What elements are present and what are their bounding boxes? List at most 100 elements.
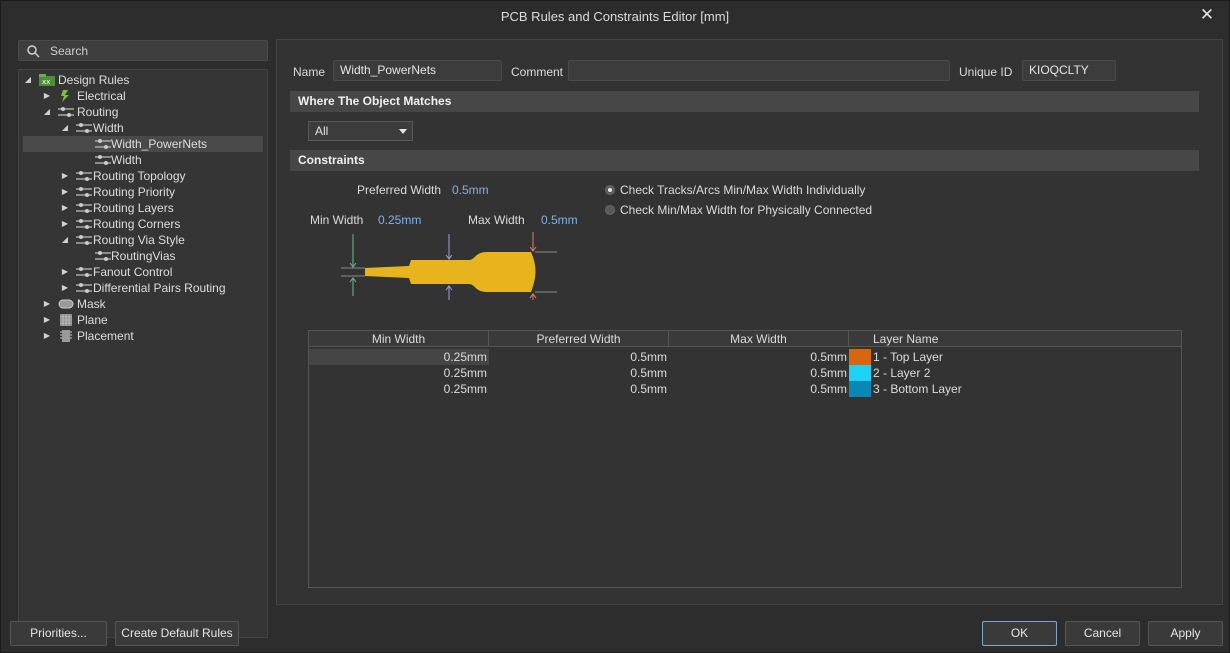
close-icon[interactable]: ✕ bbox=[1197, 5, 1217, 25]
collapse-icon[interactable]: ◢ bbox=[60, 120, 70, 136]
unique-id-label: Unique ID bbox=[959, 65, 1013, 79]
cell-layer-name: 1 - Top Layer bbox=[873, 350, 943, 364]
layer-width-table[interactable]: Min Width Preferred Width Max Width Laye… bbox=[308, 330, 1182, 588]
tree-item-routing-corners[interactable]: ▶ Routing Corners bbox=[23, 216, 263, 232]
placement-icon bbox=[60, 330, 72, 342]
cell-preferred-width[interactable]: 0.5mm bbox=[489, 365, 669, 381]
col-preferred-width[interactable]: Preferred Width bbox=[489, 331, 669, 347]
cell-preferred-width[interactable]: 0.5mm bbox=[489, 349, 669, 365]
search-icon bbox=[27, 45, 40, 58]
tree-item-routing-layers[interactable]: ▶ Routing Layers bbox=[23, 200, 263, 216]
tree-item-routing[interactable]: ◢ Routing bbox=[23, 104, 263, 120]
expand-icon[interactable]: ▶ bbox=[42, 88, 52, 104]
cell-layer-name: 3 - Bottom Layer bbox=[873, 382, 962, 396]
collapse-icon[interactable]: ◢ bbox=[60, 232, 70, 248]
title-bar: PCB Rules and Constraints Editor [mm] ✕ bbox=[1, 1, 1229, 33]
scope-dropdown[interactable]: All bbox=[308, 121, 413, 141]
tree-item-plane[interactable]: ▶ Plane bbox=[23, 312, 263, 328]
max-width-value: 0.5mm bbox=[541, 213, 578, 227]
rule-icon bbox=[76, 219, 92, 229]
tree-item-fanout-control[interactable]: ▶ Fanout Control bbox=[23, 264, 263, 280]
tree-item-label: Routing Priority bbox=[93, 185, 176, 199]
preferred-width-label: Preferred Width bbox=[357, 183, 442, 197]
expand-icon[interactable]: ▶ bbox=[60, 264, 70, 280]
expand-icon[interactable]: ▶ bbox=[60, 280, 70, 296]
radio-individually-label[interactable]: Check Tracks/Arcs Min/Max Width Individu… bbox=[620, 183, 865, 197]
tree-item-routing-topology[interactable]: ▶ Routing Topology bbox=[23, 168, 263, 184]
cell-min-width[interactable]: 0.25mm bbox=[309, 365, 489, 381]
comment-field[interactable] bbox=[568, 60, 950, 81]
col-max-width[interactable]: Max Width bbox=[669, 331, 849, 347]
search-input[interactable]: Search bbox=[18, 40, 268, 61]
tree-item-label: Routing Layers bbox=[93, 201, 174, 215]
plane-icon bbox=[60, 314, 72, 326]
col-layer-name[interactable]: Layer Name bbox=[849, 331, 1181, 347]
apply-button[interactable]: Apply bbox=[1148, 621, 1223, 646]
rule-icon bbox=[76, 171, 92, 181]
rule-icon bbox=[76, 235, 92, 245]
rule-icon bbox=[95, 139, 111, 149]
tree-item-routing-vias[interactable]: RoutingVias bbox=[23, 248, 263, 264]
radio-check-connected[interactable] bbox=[605, 205, 615, 215]
min-width-value: 0.25mm bbox=[378, 213, 422, 227]
rule-icon bbox=[95, 251, 111, 261]
radio-check-individually[interactable] bbox=[605, 185, 615, 195]
max-width-label: Max Width bbox=[468, 213, 525, 227]
collapse-icon[interactable]: ◢ bbox=[23, 72, 33, 88]
tree-item-design-rules[interactable]: ◢ xx Design Rules bbox=[23, 72, 263, 88]
tree-item-routing-priority[interactable]: ▶ Routing Priority bbox=[23, 184, 263, 200]
collapse-icon[interactable]: ◢ bbox=[42, 104, 52, 120]
where-section-header: Where The Object Matches bbox=[290, 91, 1199, 112]
tree-item-width-default[interactable]: Width bbox=[23, 152, 263, 168]
tree-item-label: Electrical bbox=[77, 89, 126, 103]
tree-item-label: Routing Via Style bbox=[93, 233, 185, 247]
radio-connected-label[interactable]: Check Min/Max Width for Physically Conne… bbox=[620, 203, 872, 217]
expand-icon[interactable]: ▶ bbox=[60, 184, 70, 200]
priorities-button[interactable]: Priorities... bbox=[10, 621, 107, 646]
tree-item-width[interactable]: ◢ Width bbox=[23, 120, 263, 136]
expand-icon[interactable]: ▶ bbox=[60, 200, 70, 216]
rule-icon bbox=[76, 123, 92, 133]
tree-item-routing-via-style[interactable]: ◢ Routing Via Style bbox=[23, 232, 263, 248]
tree-item-electrical[interactable]: ▶ Electrical bbox=[23, 88, 263, 104]
rule-icon bbox=[76, 267, 92, 277]
tree-item-label: Design Rules bbox=[58, 73, 130, 87]
constraints-section-header: Constraints bbox=[290, 150, 1199, 171]
tree-item-label: Mask bbox=[77, 297, 106, 311]
expand-icon[interactable]: ▶ bbox=[42, 312, 52, 328]
create-default-rules-button[interactable]: Create Default Rules bbox=[115, 621, 239, 646]
expand-icon[interactable]: ▶ bbox=[60, 168, 70, 184]
col-min-width[interactable]: Min Width bbox=[309, 331, 489, 347]
tree-item-width-powernets[interactable]: Width_PowerNets bbox=[23, 136, 263, 152]
rule-name-field[interactable]: Width_PowerNets bbox=[333, 60, 502, 81]
routing-icon bbox=[58, 107, 74, 117]
unique-id-field[interactable]: KIOQCLTY bbox=[1022, 60, 1116, 81]
svg-text:xx: xx bbox=[42, 78, 50, 86]
expand-icon[interactable]: ▶ bbox=[60, 216, 70, 232]
expand-icon[interactable]: ▶ bbox=[42, 328, 52, 344]
expand-icon[interactable]: ▶ bbox=[42, 296, 52, 312]
chevron-down-icon bbox=[399, 129, 407, 134]
cell-max-width[interactable]: 0.5mm bbox=[669, 365, 849, 381]
cell-max-width[interactable]: 0.5mm bbox=[669, 381, 849, 397]
cancel-button[interactable]: Cancel bbox=[1065, 621, 1140, 646]
tree-item-label: RoutingVias bbox=[111, 249, 176, 263]
tree-item-label: Differential Pairs Routing bbox=[93, 281, 226, 295]
rules-tree[interactable]: ◢ xx Design Rules ▶ Electrical ◢ Routing… bbox=[18, 69, 268, 638]
cell-preferred-width[interactable]: 0.5mm bbox=[489, 381, 669, 397]
ok-button[interactable]: OK bbox=[982, 621, 1057, 646]
tree-item-label: Routing Corners bbox=[93, 217, 181, 231]
cell-min-width[interactable]: 0.25mm bbox=[309, 381, 489, 397]
tree-item-mask[interactable]: ▶ Mask bbox=[23, 296, 263, 312]
rule-icon bbox=[76, 283, 92, 293]
tree-item-diff-pairs-routing[interactable]: ▶ Differential Pairs Routing bbox=[23, 280, 263, 296]
tree-item-placement[interactable]: ▶ Placement bbox=[23, 328, 263, 344]
table-row[interactable]: 0.25mm 0.5mm 0.5mm 2 - Layer 2 bbox=[309, 365, 1181, 381]
table-row[interactable]: 0.25mm 0.5mm 0.5mm 3 - Bottom Layer bbox=[309, 381, 1181, 397]
table-row[interactable]: 0.25mm 0.5mm 0.5mm 1 - Top Layer bbox=[309, 349, 1181, 365]
tree-item-label: Routing Topology bbox=[93, 169, 186, 183]
cell-max-width[interactable]: 0.5mm bbox=[669, 349, 849, 365]
cell-min-width[interactable]: 0.25mm bbox=[309, 349, 489, 365]
cell-layer-name: 2 - Layer 2 bbox=[873, 366, 931, 380]
search-placeholder: Search bbox=[50, 44, 89, 58]
